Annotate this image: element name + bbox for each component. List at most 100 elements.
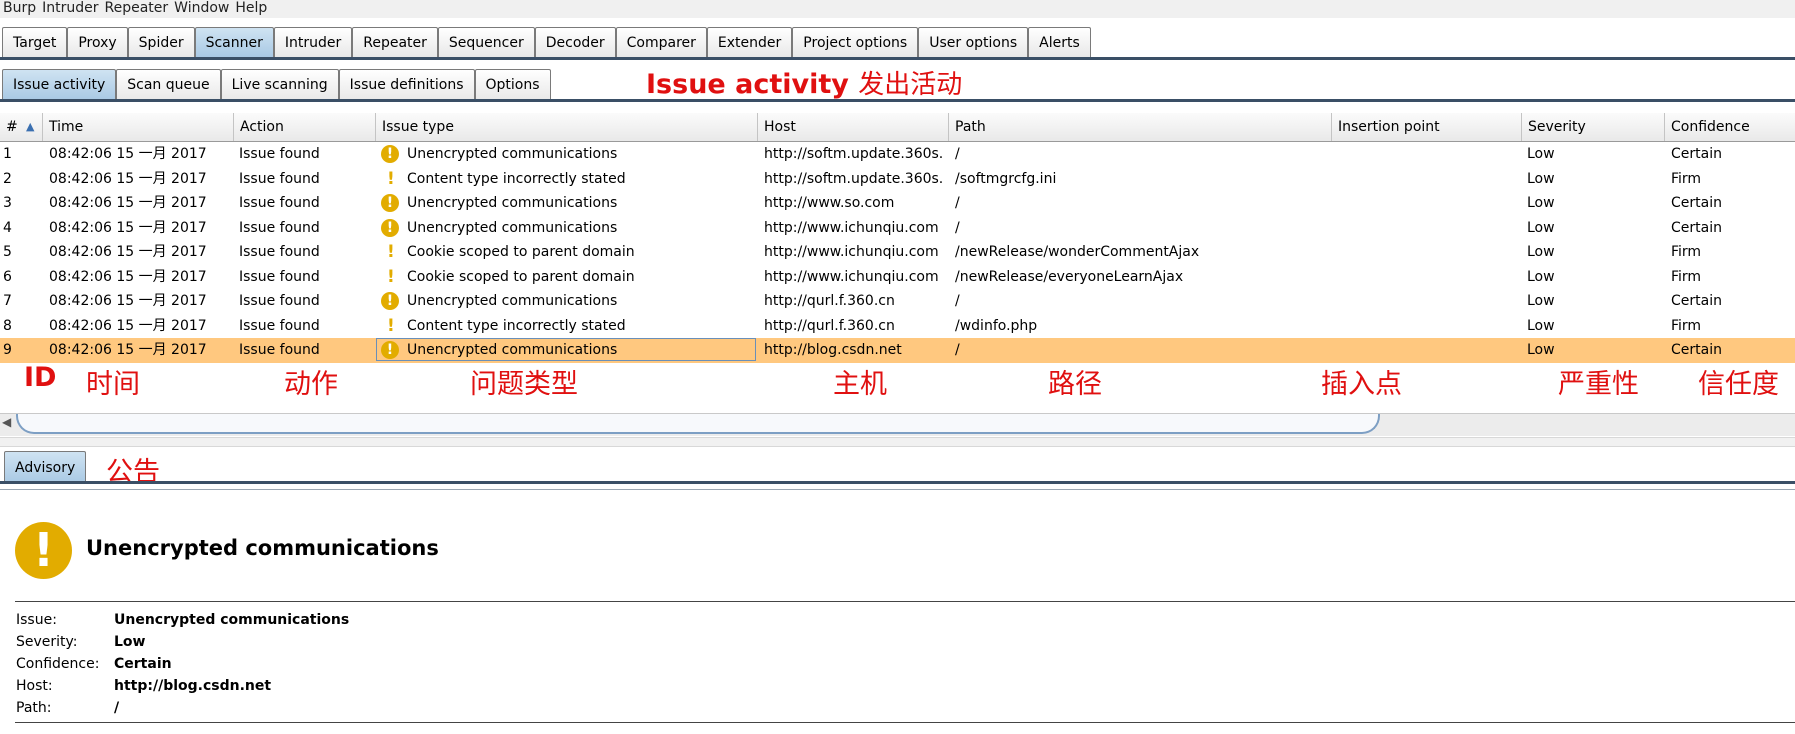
cell-issue-type: Unencrypted communications [407,342,618,358]
col-header-insertion-point[interactable]: Insertion point [1331,113,1521,141]
table-row[interactable]: 8 08:42:06 15 一月 2017 Issue found ! Cont… [0,314,1795,339]
table-row[interactable]: 2 08:42:06 15 一月 2017 Issue found ! Cont… [0,167,1795,192]
tab-sequencer[interactable]: Sequencer [437,27,535,57]
cell-confidence: Certain [1671,219,1722,236]
annotation-issue-type: 问题类型 [470,369,578,400]
table-row[interactable]: 3 08:42:06 15 一月 2017 Issue found ! Unen… [0,191,1795,216]
warning-circle-icon: ! [381,292,399,310]
pane-splitter[interactable] [0,437,1795,447]
tab-proxy[interactable]: Proxy [67,27,128,57]
col-header-id[interactable]: # ▲ [0,113,42,141]
tab-project-options[interactable]: Project options [792,27,919,57]
table-row[interactable]: 1 08:42:06 15 一月 2017 Issue found ! Unen… [0,142,1795,167]
warning-circle-icon: ! [381,218,399,237]
cell-id: 7 [3,293,12,309]
table-row[interactable]: 5 08:42:06 15 一月 2017 Issue found ! Cook… [0,240,1795,265]
menu-burp[interactable]: Burp [0,1,39,15]
tab-live-scanning[interactable]: Live scanning [220,69,339,100]
cell-severity: Low [1527,317,1555,334]
cell-action: Issue found [239,170,320,187]
menu-intruder[interactable]: Intruder [39,1,101,15]
warning-circle-icon: ! [381,145,399,163]
cell-confidence: Firm [1671,268,1702,285]
scroll-left-icon[interactable]: ◀ [2,415,11,429]
table-row[interactable]: 7 08:42:06 15 一月 2017 Issue found ! Unen… [0,289,1795,314]
tab-scan-queue[interactable]: Scan queue [116,69,221,100]
warning-circle-icon: ! [381,194,399,212]
cell-host: http://www.ichunqiu.com [764,244,939,260]
tab-comparer[interactable]: Comparer [615,27,707,57]
cell-path: / [955,293,960,309]
tab-advisory[interactable]: Advisory [4,451,87,483]
cell-action: Issue found [239,219,320,236]
menu-repeater[interactable]: Repeater [102,1,172,15]
issue-table-body: 1 08:42:06 15 一月 2017 Issue found ! Unen… [0,142,1795,364]
cell-path: /wdinfo.php [955,317,1038,334]
scanner-sub-tab-bar: Issue activity Scan queue Live scanning … [2,69,551,101]
cell-host: http://blog.csdn.net [764,342,902,358]
col-header-issue-type[interactable]: Issue type [375,113,757,141]
table-row[interactable]: 4 08:42:06 15 一月 2017 Issue found ! Unen… [0,216,1795,241]
col-header-action[interactable]: Action [233,113,375,141]
cell-severity: Low [1527,342,1555,358]
cell-path: / [955,146,960,162]
col-header-time[interactable]: Time [42,113,233,141]
menu-bar: Burp Intruder Repeater Window Help [0,0,1795,18]
cell-host: http://www.ichunqiu.com [764,219,939,236]
col-header-confidence[interactable]: Confidence [1664,113,1795,141]
cell-path: /softmgrcfg.ini [955,170,1057,187]
col-header-path[interactable]: Path [948,113,1331,141]
cell-issue-type: Unencrypted communications [407,219,618,236]
cell-confidence: Firm [1671,170,1702,187]
scrollbar-thumb[interactable] [16,414,1380,434]
warning-circle-icon: ! [381,341,399,359]
tab-intruder[interactable]: Intruder [273,27,353,57]
cell-time: 08:42:06 15 一月 2017 [49,268,207,285]
cell-host: http://www.so.com [764,195,895,211]
tab-repeater[interactable]: Repeater [352,27,438,57]
cell-time: 08:42:06 15 一月 2017 [49,195,207,211]
cell-issue-type: Content type incorrectly stated [407,317,626,334]
exclamation-icon: ! [387,168,395,189]
col-header-host[interactable]: Host [757,113,948,141]
tab-issue-activity[interactable]: Issue activity [2,69,117,100]
cell-severity: Low [1527,244,1555,260]
cell-confidence: Firm [1671,244,1702,260]
advisory-tab-divider [0,481,1795,484]
cell-time: 08:42:06 15 一月 2017 [49,219,207,236]
menu-window[interactable]: Window [171,1,232,15]
tab-decoder[interactable]: Decoder [534,27,616,57]
annotation-insertion-point: 插入点 [1321,369,1402,400]
tab-spider[interactable]: Spider [127,27,195,57]
col-header-severity[interactable]: Severity [1521,113,1664,141]
tab-options[interactable]: Options [474,69,551,100]
field-key-issue: Issue: [16,612,57,628]
field-value-confidence: Certain [114,656,172,672]
cell-action: Issue found [239,244,320,260]
cell-action: Issue found [239,146,320,162]
cell-id: 9 [3,342,12,358]
cell-path: / [955,195,960,211]
tab-user-options[interactable]: User options [918,27,1029,57]
table-row-selected[interactable]: 9 08:42:06 15 一月 2017 Issue found ! Unen… [0,338,1795,363]
cell-id: 1 [3,146,12,162]
cell-severity: Low [1527,195,1555,211]
cell-confidence: Certain [1671,195,1722,211]
tab-alerts[interactable]: Alerts [1028,27,1091,57]
exclamation-icon: ! [387,242,395,262]
tab-issue-definitions[interactable]: Issue definitions [338,69,475,100]
cell-id: 6 [3,268,12,285]
cell-issue-type: Cookie scoped to parent domain [407,268,635,285]
horizontal-scrollbar[interactable]: ◀ [0,413,1795,436]
cell-host: http://softm.update.360s... [764,146,944,162]
tab-extender[interactable]: Extender [706,27,793,57]
field-value-host: http://blog.csdn.net [114,678,272,694]
annotation-time: 时间 [86,369,140,400]
table-row[interactable]: 6 08:42:06 15 一月 2017 Issue found ! Cook… [0,265,1795,290]
tab-scanner[interactable]: Scanner [194,27,274,57]
annotation-action: 动作 [284,369,338,400]
tab-target[interactable]: Target [2,27,68,57]
menu-help[interactable]: Help [232,1,270,15]
advisory-top-rule [15,601,1795,602]
cell-severity: Low [1527,170,1555,187]
